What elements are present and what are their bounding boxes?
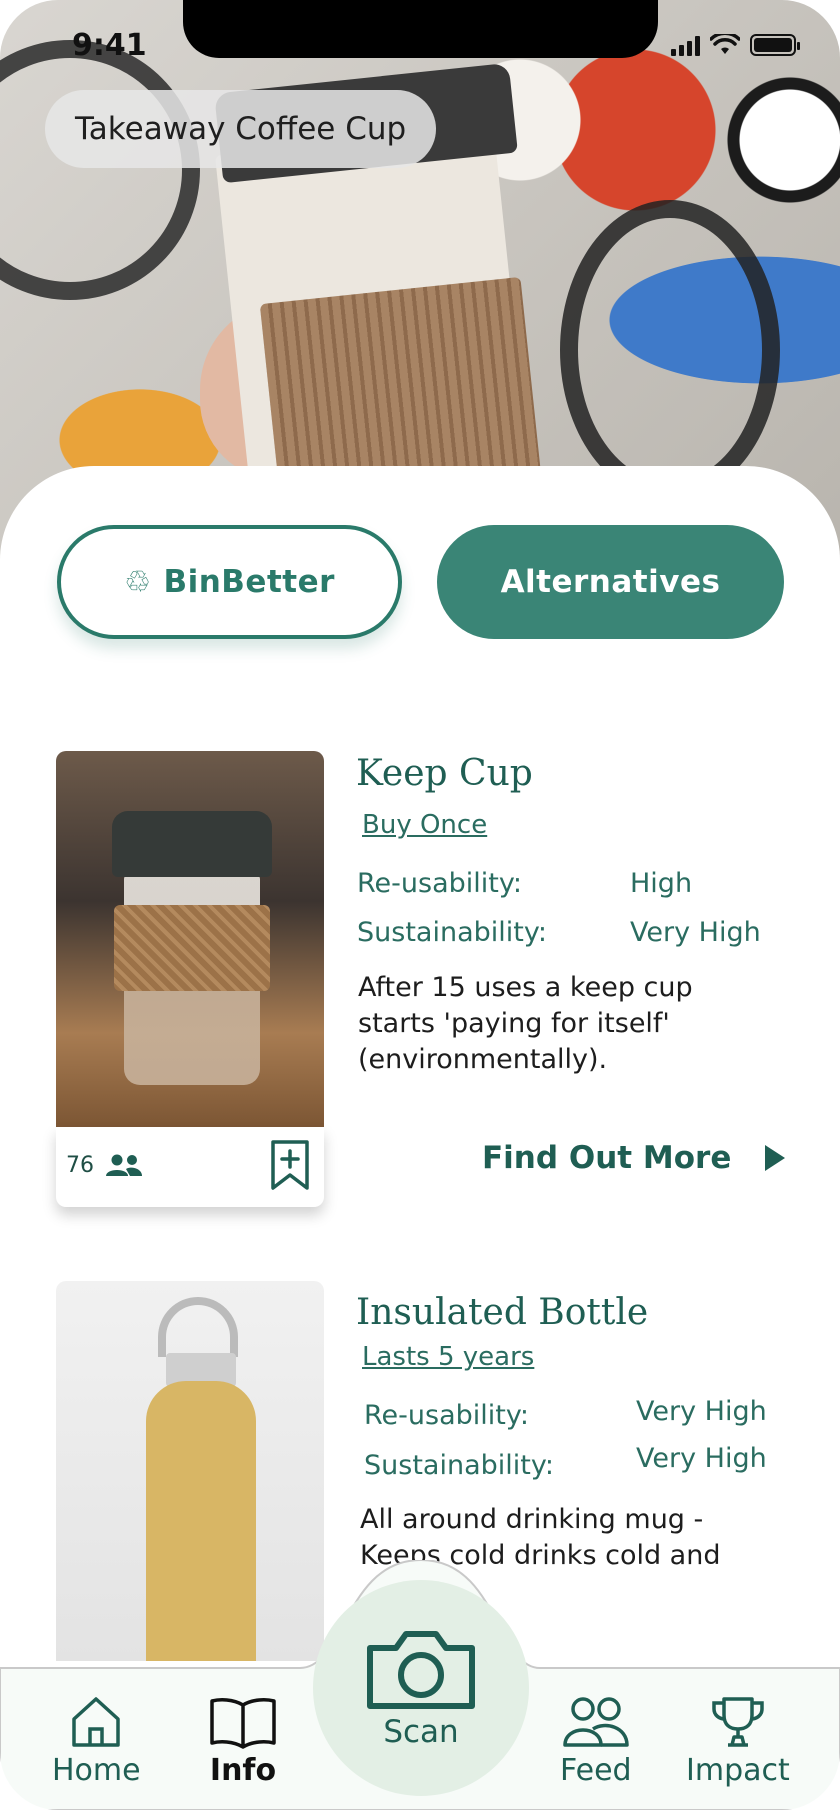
scan-label: Scan: [383, 1714, 459, 1750]
people-icon: [563, 1697, 629, 1747]
status-bar: 9:41: [0, 0, 840, 63]
nav-home-label: Home: [52, 1753, 141, 1788]
bookmark-add-icon[interactable]: [270, 1139, 310, 1191]
sustainability-label: Sustainability:: [357, 917, 547, 948]
signal-icon: [671, 36, 700, 56]
alternative-tag-link[interactable]: Buy Once: [362, 810, 487, 840]
tab-binbetter[interactable]: ♲ BinBetter: [57, 525, 402, 639]
status-time: 9:41: [72, 28, 147, 63]
phone-screen: 9:41 Takeaway Coffee Cup ♲ BinBetter Alt…: [0, 0, 840, 1810]
nav-feed-label: Feed: [560, 1753, 632, 1788]
reusability-label: Re-usability:: [357, 868, 522, 899]
book-icon: [210, 1698, 276, 1749]
keep-cup-lid-shape: [112, 811, 272, 877]
alternative-name: Insulated Bottle: [356, 1292, 649, 1333]
sustainability-value: Very High: [636, 1443, 767, 1474]
play-arrow-icon: [765, 1145, 786, 1171]
keep-cup-band-shape: [114, 905, 270, 991]
bottle-handle-shape: [158, 1297, 238, 1357]
nav-impact-label: Impact: [686, 1753, 790, 1788]
people-icon: [106, 1154, 142, 1176]
keep-cup-image[interactable]: [56, 751, 324, 1127]
notch: [183, 0, 658, 58]
trophy-icon: [712, 1697, 764, 1747]
find-out-more-label: Find Out More: [482, 1140, 732, 1176]
likes-count: 76: [66, 1153, 144, 1178]
tab-alternatives-label: Alternatives: [500, 564, 721, 600]
nav-info[interactable]: Info: [208, 1695, 278, 1788]
wifi-icon: [710, 34, 740, 54]
status-icons: [671, 34, 800, 56]
card-footer: 76: [56, 1127, 324, 1207]
reusability-value: Very High: [636, 1396, 767, 1427]
alternative-name: Keep Cup: [356, 753, 533, 794]
alternative-tag-link[interactable]: Lasts 5 years: [362, 1342, 534, 1372]
nav-info-label: Info: [209, 1753, 277, 1788]
battery-icon: [750, 34, 800, 56]
camera-icon: [367, 1631, 475, 1709]
sustainability-label: Sustainability:: [364, 1450, 554, 1481]
likes-value: 76: [66, 1153, 94, 1178]
home-icon: [72, 1697, 121, 1747]
reusability-label: Re-usability:: [364, 1400, 529, 1431]
graffiti-stroke: [560, 200, 780, 500]
tab-binbetter-label: BinBetter: [163, 564, 335, 600]
item-title-chip: Takeaway Coffee Cup: [45, 90, 437, 168]
recycle-icon: ♲: [124, 564, 152, 600]
nav-home[interactable]: Home: [52, 1695, 141, 1788]
nav-impact[interactable]: Impact: [686, 1695, 790, 1788]
alternative-description: After 15 uses a keep cup starts 'paying …: [358, 972, 693, 1075]
reusability-value: High: [630, 868, 693, 899]
scan-button[interactable]: Scan: [313, 1580, 529, 1796]
sustainability-value: Very High: [630, 917, 761, 948]
tab-alternatives[interactable]: Alternatives: [437, 525, 784, 639]
find-out-more-button[interactable]: Find Out More: [482, 1140, 786, 1176]
graffiti-stroke: [0, 40, 200, 300]
nav-feed[interactable]: Feed: [560, 1695, 632, 1788]
